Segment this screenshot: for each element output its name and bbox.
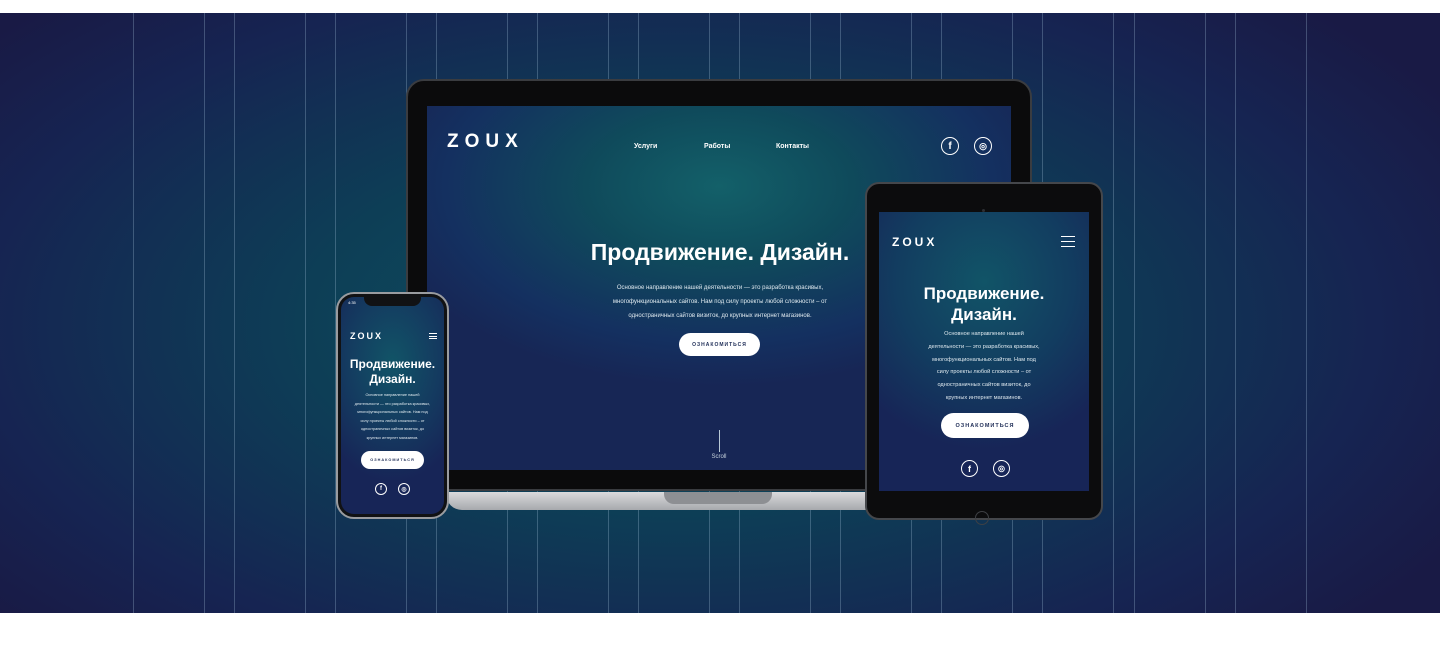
tablet-home-button[interactable]	[975, 511, 989, 525]
description-line: Основное направление нашей	[365, 393, 420, 397]
tablet-hero-title: Продвижение. Дизайн.	[884, 283, 1084, 325]
description-line: многофункциональных сайтов. Нам под силу…	[612, 299, 828, 305]
description-line: Основное направление нашей	[944, 331, 1024, 337]
instagram-icon[interactable]: ◎	[398, 483, 410, 495]
description-line: многофункциональных сайтов. Нам под	[357, 410, 428, 415]
nav-item-works[interactable]: Работы	[704, 143, 730, 150]
hero-title-line: Продвижение.	[349, 357, 436, 371]
grid-line	[1205, 13, 1206, 613]
phone-hero-title: Продвижение. Дизайн.	[343, 357, 442, 387]
grid-line	[1306, 13, 1307, 613]
description-line: крупных интернет магазинов.	[366, 435, 419, 440]
description-line: силу проекты любой сложности – от	[360, 418, 425, 423]
description-line: одностраничных сайтов визиток, до	[360, 427, 425, 432]
phone-menu-icon[interactable]	[429, 333, 437, 340]
tablet-logo[interactable]: ZOUX	[892, 235, 937, 249]
grid-line	[133, 13, 134, 613]
laptop-cta-button[interactable]: ОЗНАКОМИТЬСЯ	[679, 333, 760, 356]
phone-notch	[364, 297, 421, 306]
hero-title-line: Продвижение.	[923, 284, 1045, 303]
description-line: одностраничных сайтов визиток, до	[937, 382, 1031, 389]
grid-line	[1235, 13, 1236, 613]
scroll-label[interactable]: Scroll	[704, 454, 734, 460]
nav-item-contacts[interactable]: Контакты	[776, 143, 809, 150]
description-line: деятельности — это разработка красивых,	[354, 401, 431, 406]
grid-line	[234, 13, 235, 613]
tablet-cta-button[interactable]: ОЗНАКОМИТЬСЯ	[941, 413, 1029, 438]
hero-title-line: Дизайн.	[951, 305, 1017, 324]
grid-line	[1113, 13, 1114, 613]
description-line: крупных интернет магазинов.	[945, 394, 1023, 401]
facebook-icon[interactable]: f	[375, 483, 387, 495]
phone-hero-text: Основное направление нашей деятельности …	[343, 391, 442, 443]
nav-item-services[interactable]: Услуги	[634, 143, 657, 150]
description-line: деятельности — это разработка красивых,	[928, 343, 1040, 350]
instagram-icon[interactable]: ◎	[993, 460, 1010, 477]
facebook-icon[interactable]: f	[961, 460, 978, 477]
description-line: одностраничных сайтов визиток, до крупны…	[628, 313, 812, 319]
scroll-indicator-line	[719, 430, 720, 452]
grid-line	[1134, 13, 1135, 613]
facebook-icon[interactable]: f	[941, 137, 959, 155]
phone-cta-button[interactable]: ОЗНАКОМИТЬСЯ	[361, 451, 424, 469]
phone-status-time: 4:35	[348, 300, 356, 305]
tablet-hero-text: Основное направление нашей деятельности …	[884, 328, 1084, 405]
hero-title-line: Дизайн.	[369, 372, 416, 386]
phone-logo[interactable]: ZOUX	[350, 331, 383, 341]
laptop-hero-title: Продвижение. Дизайн.	[590, 239, 850, 265]
tablet-menu-icon[interactable]	[1061, 236, 1075, 247]
description-line: силу проекты любой сложности – от	[936, 369, 1032, 376]
instagram-icon[interactable]: ◎	[974, 137, 992, 155]
laptop-hero-text: Основное направление нашей деятельности …	[570, 281, 870, 323]
description-line: многофункциональных сайтов. Нам под	[932, 356, 1036, 363]
laptop-logo[interactable]: ZOUX	[447, 131, 524, 153]
grid-line	[204, 13, 205, 613]
grid-line	[305, 13, 306, 613]
description-line: Основное направление нашей деятельности …	[616, 285, 824, 291]
